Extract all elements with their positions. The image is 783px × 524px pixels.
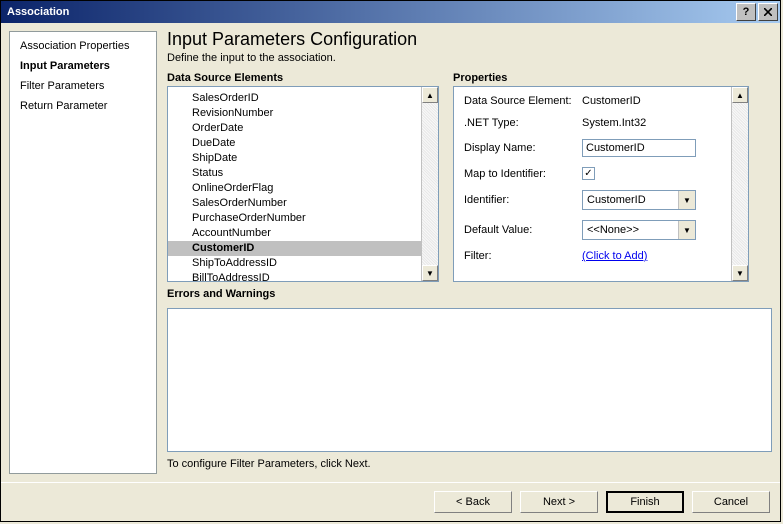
scroll-down-icon[interactable]: ▼ [422, 265, 438, 281]
dse-scrollbar[interactable]: ▲ ▼ [421, 87, 438, 281]
cancel-button[interactable]: Cancel [692, 491, 770, 513]
close-button[interactable] [758, 3, 778, 21]
back-button[interactable]: < Back [434, 491, 512, 513]
list-item[interactable]: SalesOrderID [192, 91, 422, 106]
default-value-label: Default Value: [464, 224, 582, 236]
list-item[interactable]: OnlineOrderFlag [192, 181, 422, 196]
list-item[interactable]: SalesOrderNumber [192, 196, 422, 211]
display-name-label: Display Name: [464, 142, 582, 154]
page-subtitle: Define the input to the association. [167, 52, 772, 64]
list-item[interactable]: BillToAddressID [192, 271, 422, 281]
next-button[interactable]: Next > [520, 491, 598, 513]
nav-item-input-parameters[interactable]: Input Parameters [20, 60, 146, 72]
help-button[interactable]: ? [736, 3, 756, 21]
list-item[interactable]: ShipDate [192, 151, 422, 166]
titlebar: Association ? [1, 1, 780, 23]
chevron-down-icon[interactable]: ▼ [678, 221, 695, 239]
errors-heading: Errors and Warnings [167, 288, 772, 300]
props-scrollbar[interactable]: ▲ ▼ [731, 87, 748, 281]
scroll-down-icon[interactable]: ▼ [732, 265, 748, 281]
errors-box [167, 308, 772, 452]
properties-panel: ▲ ▼ Data Source Element: CustomerID .NET… [453, 86, 749, 282]
dse-value: CustomerID [582, 95, 641, 107]
dse-heading: Data Source Elements [167, 72, 439, 84]
properties-heading: Properties [453, 72, 749, 84]
identifier-dropdown[interactable]: CustomerID ▼ [582, 190, 696, 210]
wizard-nav: Association Properties Input Parameters … [9, 31, 157, 474]
list-item[interactable]: ShipToAddressID [192, 256, 422, 271]
list-item[interactable]: Status [192, 166, 422, 181]
map-to-identifier-checkbox[interactable]: ✓ [582, 167, 595, 180]
display-name-input[interactable] [582, 139, 696, 157]
list-item[interactable]: RevisionNumber [192, 106, 422, 121]
nettype-value: System.Int32 [582, 117, 646, 129]
dse-listbox[interactable]: SalesOrderID RevisionNumber OrderDate Du… [167, 86, 439, 282]
list-item-selected[interactable]: CustomerID [168, 241, 422, 256]
nav-item-return-parameter[interactable]: Return Parameter [20, 100, 146, 112]
map-to-identifier-label: Map to Identifier: [464, 168, 582, 180]
nav-item-association-properties[interactable]: Association Properties [20, 40, 146, 52]
filter-label: Filter: [464, 250, 582, 262]
identifier-label: Identifier: [464, 194, 582, 206]
identifier-value: CustomerID [583, 194, 678, 206]
filter-add-link[interactable]: (Click to Add) [582, 250, 647, 262]
default-value-value: <<None>> [583, 224, 678, 236]
default-value-dropdown[interactable]: <<None>> ▼ [582, 220, 696, 240]
list-item[interactable]: OrderDate [192, 121, 422, 136]
nav-item-filter-parameters[interactable]: Filter Parameters [20, 80, 146, 92]
chevron-down-icon[interactable]: ▼ [678, 191, 695, 209]
wizard-footer: < Back Next > Finish Cancel [1, 482, 780, 521]
page-title: Input Parameters Configuration [167, 29, 772, 50]
list-item[interactable]: DueDate [192, 136, 422, 151]
dse-label: Data Source Element: [464, 95, 582, 107]
list-item[interactable]: PurchaseOrderNumber [192, 211, 422, 226]
window-title: Association [7, 6, 69, 18]
nettype-label: .NET Type: [464, 117, 582, 129]
finish-button[interactable]: Finish [606, 491, 684, 513]
hint-text: To configure Filter Parameters, click Ne… [167, 458, 772, 470]
scroll-up-icon[interactable]: ▲ [732, 87, 748, 103]
list-item[interactable]: AccountNumber [192, 226, 422, 241]
scroll-up-icon[interactable]: ▲ [422, 87, 438, 103]
